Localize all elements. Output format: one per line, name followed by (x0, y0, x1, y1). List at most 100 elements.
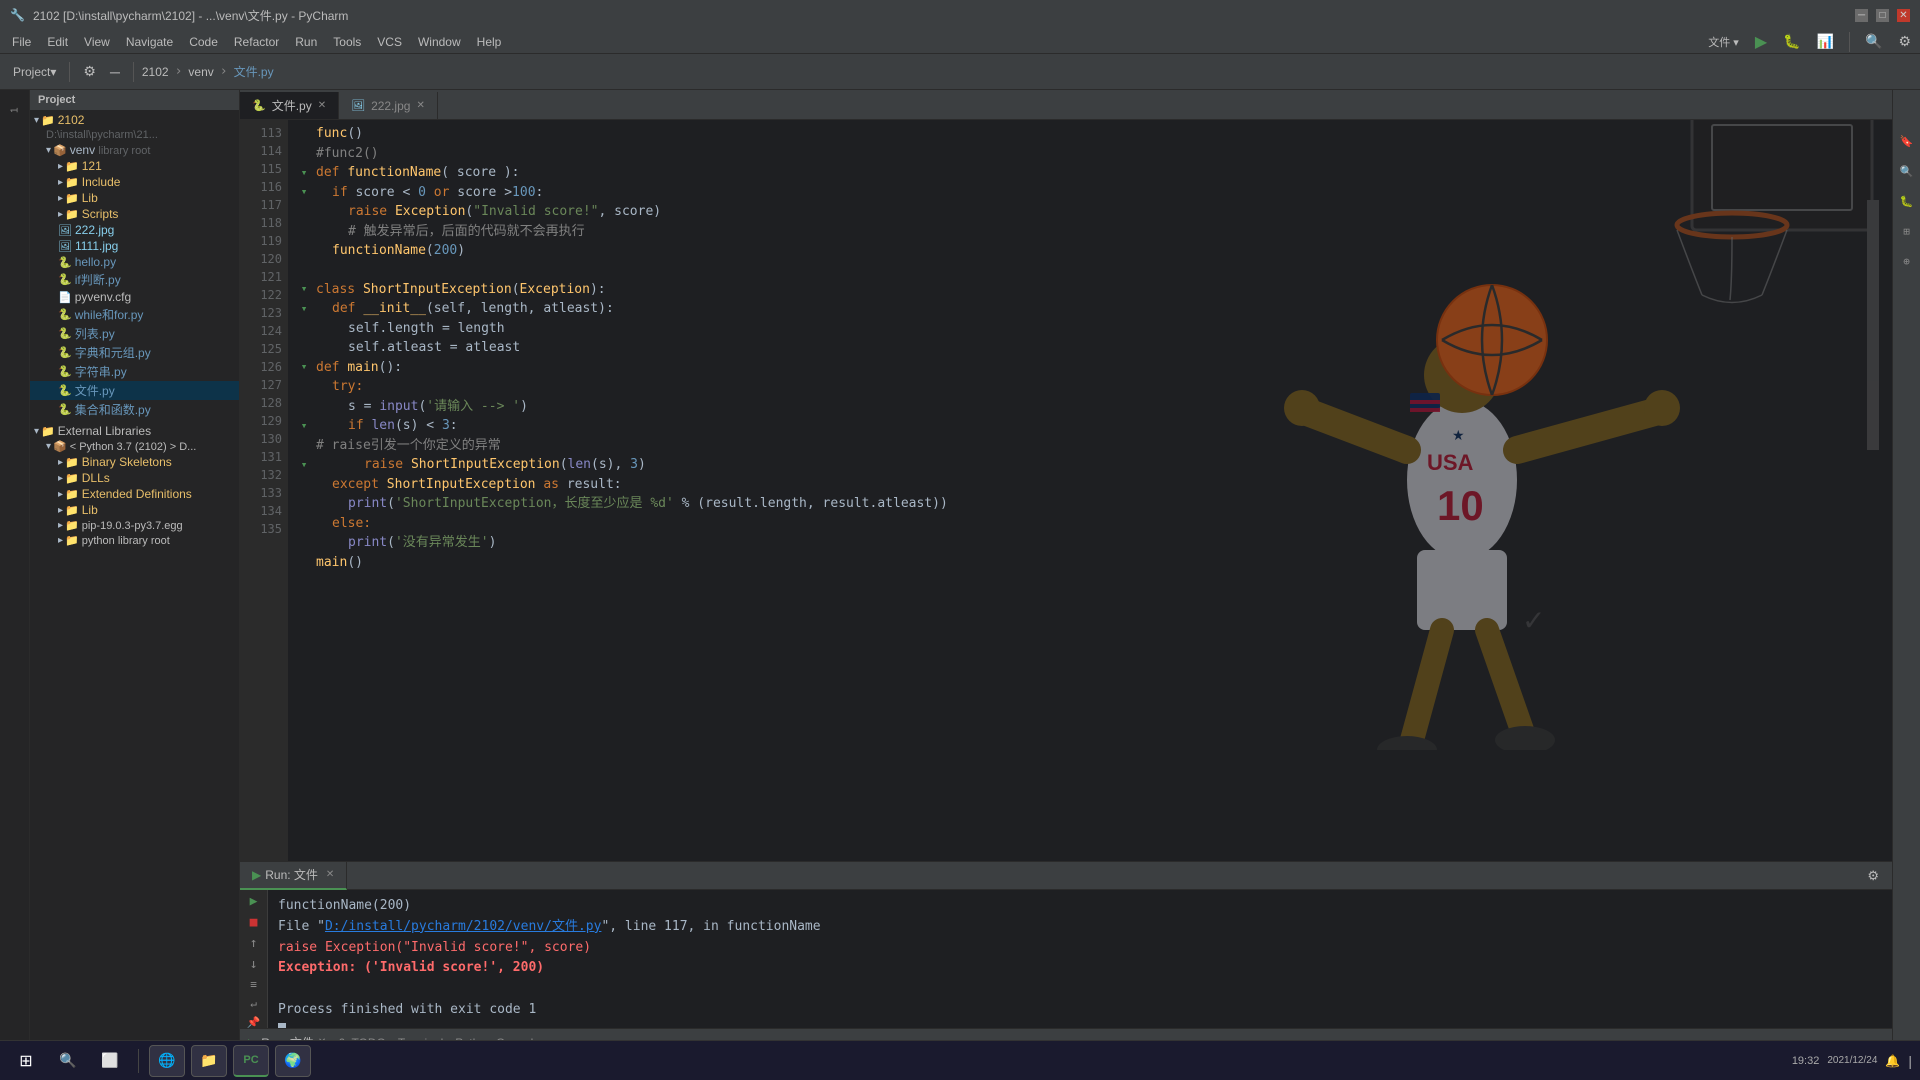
run-down-button[interactable]: ↓ (243, 957, 265, 972)
menu-refactor[interactable]: Refactor (226, 33, 287, 51)
tree-item-1111jpg[interactable]: 🖼 1111.jpg (30, 238, 239, 254)
tray-show-desktop[interactable]: | (1908, 1053, 1912, 1069)
code-line-118: # 触发异常后，后面的代码就不会再执行 (296, 222, 1884, 242)
structure-icon[interactable]: 1 (3, 98, 27, 122)
tree-arrow-lib2: ▸ (58, 505, 63, 516)
window-controls: ─ □ ✕ (1855, 9, 1910, 22)
tree-item-hello[interactable]: 🐍 hello.py (30, 254, 239, 270)
run-pin-button[interactable]: 📌 (243, 1016, 265, 1028)
close-button[interactable]: ✕ (1897, 9, 1910, 22)
stop-button[interactable]: ■ (243, 915, 265, 930)
tree-item-list[interactable]: 🐍 列表.py (30, 324, 239, 343)
project-dropdown[interactable]: Project▾ (8, 62, 61, 82)
tree-label-binary: Binary Skeletons (82, 455, 172, 469)
run-config-button[interactable]: 文件 ▾ (1703, 31, 1744, 53)
tree-label-list: 列表.py (75, 325, 115, 342)
tray-time: 19:32 (1792, 1055, 1820, 1067)
tree-item-scripts[interactable]: ▸ 📁 Scripts (30, 206, 239, 222)
start-button[interactable]: ⊞ (8, 1045, 44, 1077)
tab-close-222jpg[interactable]: ✕ (416, 100, 424, 111)
breadcrumb-file: 文件.py (234, 63, 274, 80)
menu-help[interactable]: Help (469, 33, 510, 51)
profile-button[interactable]: 📊 (1812, 30, 1839, 53)
taskbar-edge[interactable]: 🌐 (149, 1045, 185, 1077)
code-line-115: ▾ def functionName( score ): (296, 163, 1884, 183)
menu-view[interactable]: View (76, 33, 118, 51)
run-settings-button[interactable]: ⚙ (1862, 865, 1884, 887)
python-icon-wenjian: 🐍 (58, 384, 72, 397)
tree-item-set[interactable]: 🐍 集合和函数.py (30, 400, 239, 419)
tray-notification[interactable]: 🔔 (1885, 1054, 1900, 1068)
run-filter-button[interactable]: ≡ (243, 978, 265, 991)
run-output-line1: functionName(200) (278, 896, 1882, 917)
tree-item-binary[interactable]: ▸ 📁 Binary Skeletons (30, 454, 239, 470)
menu-vcs[interactable]: VCS (369, 33, 410, 51)
code-content[interactable]: func() #func2() ▾ def functionName( scor… (288, 120, 1892, 861)
settings-button[interactable]: ⚙ (1893, 30, 1916, 53)
tree-item-wenjian[interactable]: 🐍 文件.py (30, 381, 239, 400)
tree-arrow-pip: ▸ (58, 520, 63, 531)
minimize-button[interactable]: ─ (1855, 9, 1868, 22)
taskbar-pycharm[interactable]: PC (233, 1045, 269, 1077)
run-wrap-button[interactable]: ↵ (243, 997, 265, 1010)
taskbar-browser[interactable]: 🌍 (275, 1045, 311, 1077)
debug-button[interactable]: 🐛 (1778, 30, 1805, 53)
tree-item-dlls[interactable]: ▸ 📁 DLLs (30, 470, 239, 486)
toolbar-settings[interactable]: ⚙ (78, 60, 101, 83)
taskbar-search[interactable]: 🔍 (50, 1045, 86, 1077)
tree-item-include[interactable]: ▸ 📁 Include (30, 174, 239, 190)
python-icon-list: 🐍 (58, 327, 72, 340)
image-icon-222jpg: 🖼 (58, 224, 72, 237)
menu-navigate[interactable]: Navigate (118, 33, 181, 51)
tree-item-extlibs[interactable]: ▾ 📁 External Libraries (30, 423, 239, 439)
fav-bookmark-icon[interactable]: 🔖 (1896, 130, 1918, 152)
run-tab-run[interactable]: ▶ Run: 文件 ✕ (240, 862, 347, 890)
tree-item-dict[interactable]: 🐍 字典和元组.py (30, 343, 239, 362)
tree-label-wenjian: 文件.py (75, 382, 115, 399)
taskbar-taskview[interactable]: ⬜ (92, 1045, 128, 1077)
toolbar-collapse[interactable]: ─ (105, 61, 125, 83)
menu-edit[interactable]: Edit (39, 33, 76, 51)
tree-item-root[interactable]: ▾ 📁 2102 (30, 112, 239, 128)
run-side-toolbar: ▶ ■ ↑ ↓ ≡ ↵ 📌 (240, 890, 268, 1028)
tree-item-lib[interactable]: ▸ 📁 Lib (30, 190, 239, 206)
run-output-line2: File "D:/install/pycharm/2102/venv/文件.py… (278, 917, 1882, 938)
menu-run[interactable]: Run (287, 33, 325, 51)
tree-item-222jpg[interactable]: 🖼 222.jpg (30, 222, 239, 238)
search-everywhere-button[interactable]: 🔍 (1860, 30, 1887, 53)
fav-find-icon[interactable]: 🔍 (1896, 160, 1918, 182)
tree-item-pylib[interactable]: ▸ 📁 python library root (30, 533, 239, 548)
tree-label-extlibs: External Libraries (58, 424, 151, 438)
rerun-button[interactable]: ▶ (243, 894, 265, 909)
tree-item-char[interactable]: 🐍 字符串.py (30, 362, 239, 381)
maximize-button[interactable]: □ (1876, 9, 1889, 22)
tree-item-extdefs[interactable]: ▸ 📁 Extended Definitions (30, 486, 239, 502)
tree-item-pip[interactable]: ▸ 📁 pip-19.0.3-py3.7.egg (30, 518, 239, 533)
fav-structure-icon[interactable]: ⊞ (1896, 220, 1918, 242)
tab-close-wenjian[interactable]: ✕ (318, 100, 326, 111)
tree-item-ifjudge[interactable]: 🐍 if判断.py (30, 270, 239, 289)
tab-222jpg[interactable]: 🖼 222.jpg ✕ (339, 92, 438, 119)
tree-item-while[interactable]: 🐍 while和for.py (30, 305, 239, 324)
menu-tools[interactable]: Tools (325, 33, 369, 51)
menu-code[interactable]: Code (181, 33, 226, 51)
tree-arrow-lib: ▸ (58, 193, 63, 204)
taskbar-explorer[interactable]: 📁 (191, 1045, 227, 1077)
code-line-128: ▾ if len(s) < 3: (296, 416, 1884, 436)
venv-icon: 📦 (53, 144, 67, 157)
run-button[interactable]: ▶ (1750, 29, 1772, 55)
tree-item-pyvenv[interactable]: 📄 pyvenv.cfg (30, 289, 239, 305)
tree-item-venv[interactable]: ▾ 📦 venv library root (30, 142, 239, 158)
tree-item-python37[interactable]: ▾ 📦 < Python 3.7 (2102) > D... (30, 439, 239, 454)
tab-wenjian[interactable]: 🐍 文件.py ✕ (240, 92, 339, 119)
fav-debug-icon[interactable]: 🐛 (1896, 190, 1918, 212)
tree-item-lib2[interactable]: ▸ 📁 Lib (30, 502, 239, 518)
menu-file[interactable]: File (4, 33, 39, 51)
menu-window[interactable]: Window (410, 33, 469, 51)
run-path-link[interactable]: D:/install/pycharm/2102/venv/文件.py (325, 919, 601, 934)
code-editor[interactable]: 113114115116117 118119120121122 12312412… (240, 120, 1892, 861)
run-tab-close[interactable]: ✕ (326, 869, 334, 880)
tree-item-121[interactable]: ▸ 📁 121 (30, 158, 239, 174)
fav-hierarchy-icon[interactable]: ⊕ (1896, 250, 1918, 272)
run-up-button[interactable]: ↑ (243, 936, 265, 951)
